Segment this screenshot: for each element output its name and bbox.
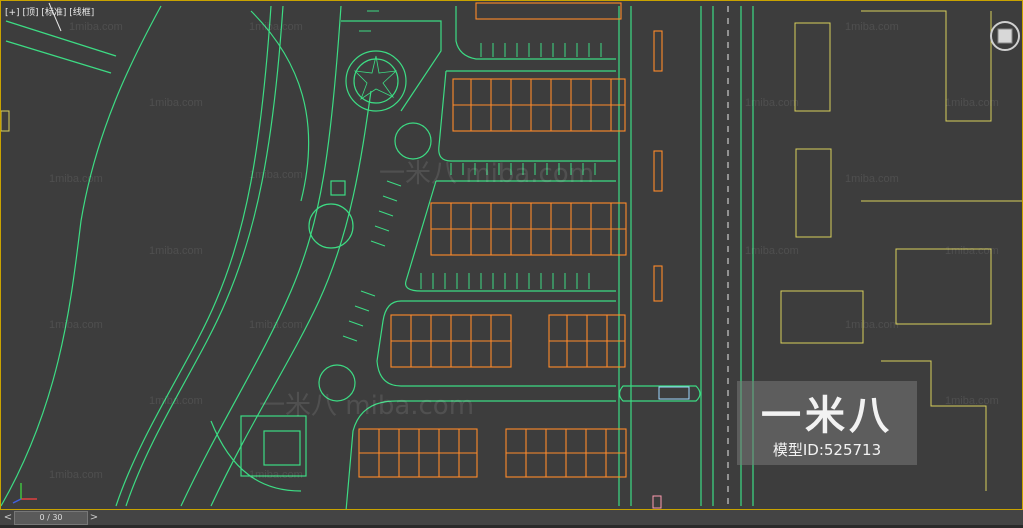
viewport-label[interactable]: [+] [顶] [标准] [线框]	[5, 5, 94, 18]
axis-tripod-icon	[7, 479, 43, 505]
watermark: 1miba.com	[69, 21, 123, 33]
model-id-label: 模型ID:525713	[772, 441, 882, 459]
green-linework	[1, 5, 754, 509]
watermark: 1miba.com	[845, 319, 899, 331]
pink-elements	[652, 495, 662, 509]
watermark: 1miba.com	[249, 319, 303, 331]
watermark: 1miba.com	[249, 469, 303, 481]
timeline-next-button[interactable]: >	[88, 511, 100, 525]
watermark: 1miba.com	[945, 245, 999, 257]
watermark-large: 一米八 miba.com	[259, 391, 475, 421]
watermark: 1miba.com	[49, 469, 103, 481]
viewport-view-menu[interactable]: [顶]	[22, 8, 38, 18]
watermark: 1miba.com	[945, 97, 999, 109]
watermark: 1miba.com	[745, 245, 799, 257]
viewport-plus-menu[interactable]: [+]	[5, 8, 20, 18]
watermark: 1miba.com	[845, 21, 899, 33]
watermark: 1miba.com	[149, 245, 203, 257]
watermark: 1miba.com	[249, 169, 303, 181]
timeline-prev-button[interactable]: <	[2, 511, 14, 525]
watermark: 1miba.com	[845, 173, 899, 185]
watermark: 1miba.com	[149, 97, 203, 109]
viewcube-icon[interactable]	[988, 19, 1022, 53]
logo-text: 一米八	[761, 393, 893, 439]
timeline-bar: < 0 / 30 >	[0, 510, 1023, 528]
watermark: 1miba.com	[149, 395, 203, 407]
watermark: 1miba.com	[945, 395, 999, 407]
logo-watermark: 一米八 模型ID:525713	[737, 381, 917, 465]
timeline-frame-slider[interactable]: 0 / 30	[14, 511, 88, 525]
watermark: 1miba.com	[49, 173, 103, 185]
viewport-top[interactable]: [+] [顶] [标准] [线框] 1miba.com 1miba.com 1m…	[0, 0, 1023, 510]
tree-symbol	[353, 55, 398, 101]
watermark: 1miba.com	[49, 319, 103, 331]
watermark-large: 一米八 miba.com	[379, 159, 595, 189]
watermark: 1miba.com	[249, 21, 303, 33]
viewport-wire-menu[interactable]: [线框]	[69, 8, 94, 18]
viewport-shading-menu[interactable]: [标准]	[41, 8, 66, 18]
watermark: 1miba.com	[745, 97, 799, 109]
